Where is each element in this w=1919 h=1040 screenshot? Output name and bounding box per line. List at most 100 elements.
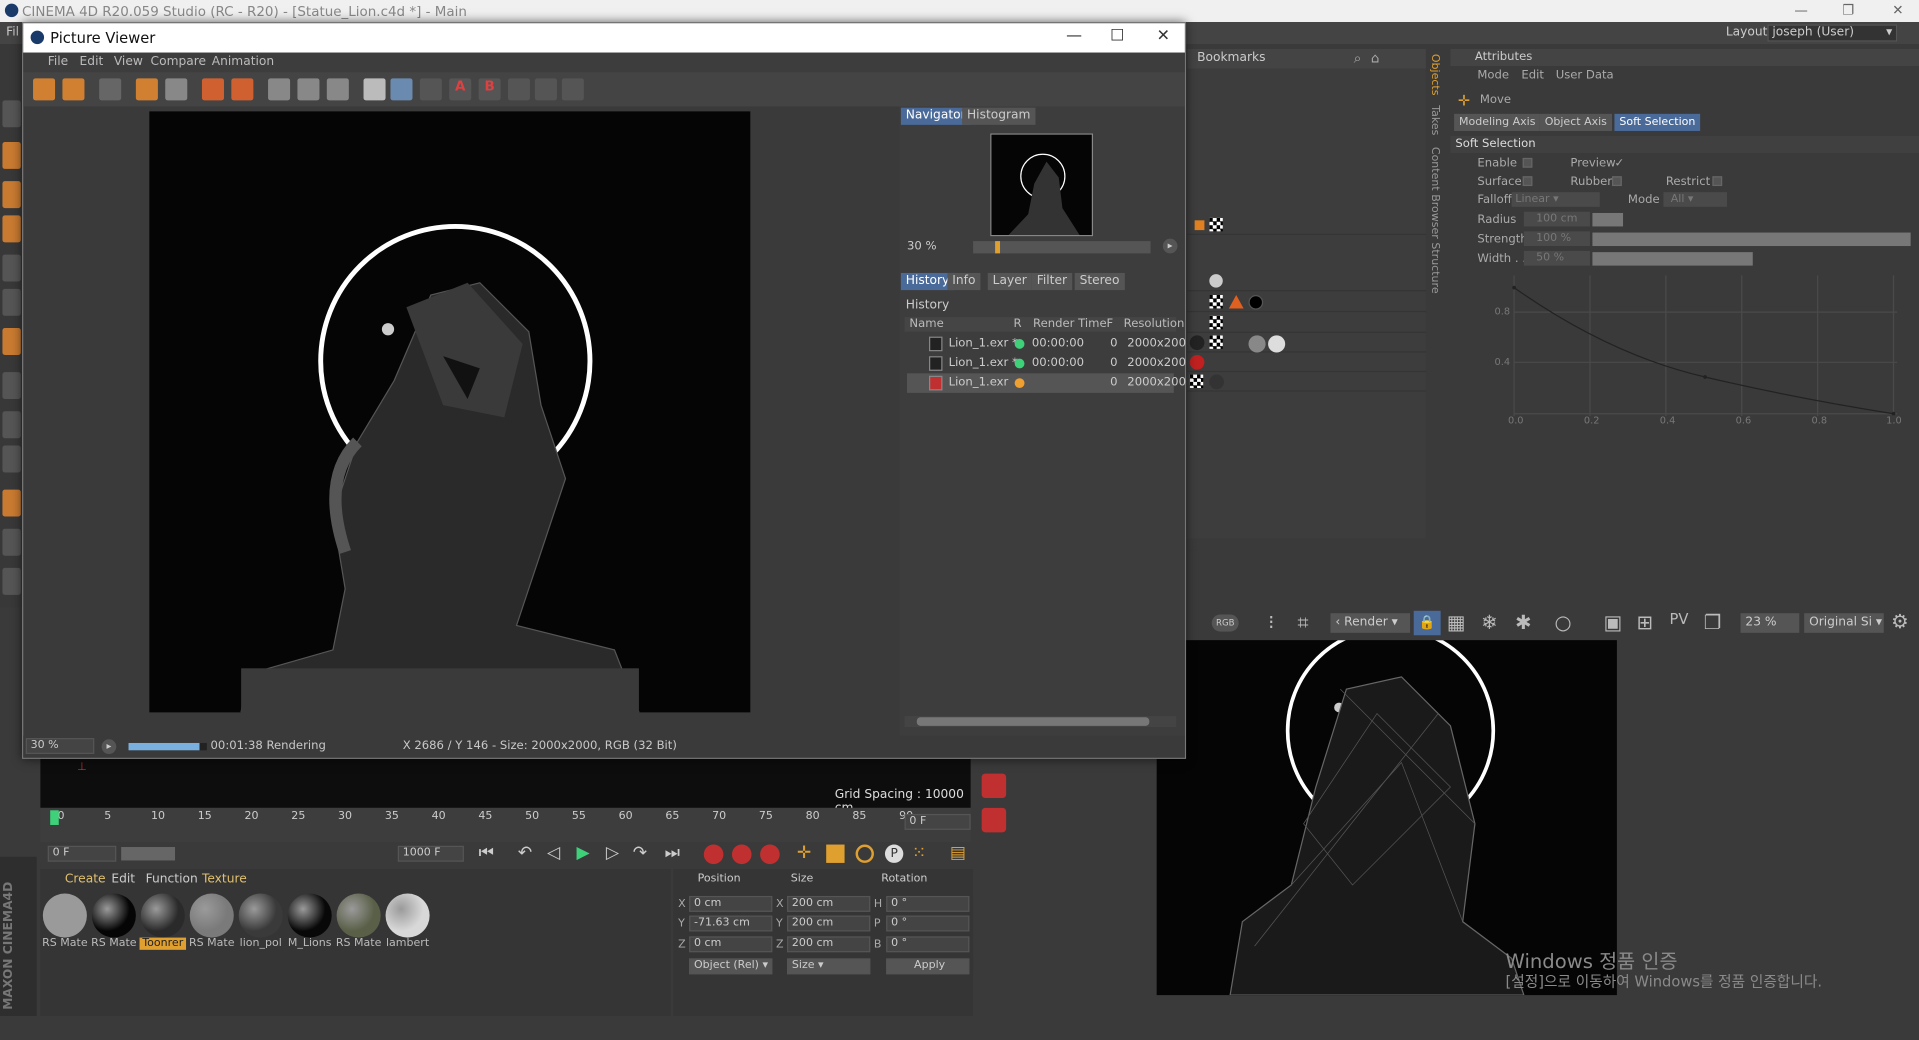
- rotation-h-field[interactable]: 0 °: [886, 895, 970, 912]
- move-key-icon[interactable]: ✛: [797, 843, 811, 863]
- mat-menu-function[interactable]: Function: [146, 873, 198, 886]
- grid-icon[interactable]: ⁝: [1268, 611, 1274, 634]
- add-icon[interactable]: ⊞: [1636, 611, 1652, 634]
- coord-mode-select[interactable]: Object (Rel) ▾: [689, 958, 773, 975]
- tab-soft-selection[interactable]: Soft Selection: [1614, 113, 1701, 131]
- menu-file[interactable]: Fil: [6, 26, 19, 39]
- radius-slider[interactable]: [1592, 212, 1624, 227]
- size-mode-select[interactable]: Size ▾: [787, 958, 871, 975]
- close-icon[interactable]: ✕: [1892, 2, 1903, 18]
- pv-menu-view[interactable]: View: [114, 55, 143, 68]
- rotation-p-field[interactable]: 0 °: [886, 915, 970, 932]
- mat-menu-edit[interactable]: Edit: [111, 873, 135, 886]
- tool-button[interactable]: [2, 254, 21, 282]
- scrollbar-thumb[interactable]: [916, 717, 1150, 726]
- strength-field[interactable]: 100 %: [1523, 231, 1590, 247]
- tool-button[interactable]: [2, 328, 21, 355]
- playhead-marker[interactable]: [50, 810, 59, 825]
- material-swatch[interactable]: [336, 893, 381, 938]
- tab-filter[interactable]: Filter: [1031, 272, 1072, 291]
- object-row[interactable]: [1187, 215, 1426, 236]
- status-arrow-icon[interactable]: ▸: [101, 739, 117, 754]
- nav-zoom-handle[interactable]: [995, 241, 1001, 254]
- history-scrollbar[interactable]: [904, 716, 1177, 728]
- scale-key-icon[interactable]: [826, 844, 845, 863]
- fit3-icon[interactable]: [561, 78, 584, 101]
- prev-key-icon[interactable]: ↶: [518, 843, 532, 863]
- side-tab-objects[interactable]: Objects: [1428, 54, 1440, 96]
- pv-render-image[interactable]: [149, 111, 751, 713]
- minimize-icon[interactable]: —: [1066, 27, 1082, 45]
- timeline-icon[interactable]: ▤: [950, 843, 966, 863]
- tool-button[interactable]: [2, 100, 21, 128]
- tab-histogram[interactable]: Histogram: [962, 107, 1036, 125]
- object-row[interactable]: [1187, 293, 1426, 313]
- pla-key-icon[interactable]: ⁙: [912, 843, 926, 863]
- gear-icon[interactable]: ⚙: [1891, 610, 1909, 633]
- frame-field[interactable]: 0 F: [904, 813, 971, 830]
- tab-info[interactable]: Info: [947, 272, 981, 291]
- material-label[interactable]: RS Mate: [91, 938, 138, 950]
- material-swatch[interactable]: [42, 893, 87, 938]
- status-zoom-field[interactable]: 30 %: [25, 738, 95, 754]
- lock-icon[interactable]: 🔒: [1413, 610, 1441, 636]
- home-icon[interactable]: ⌂: [1371, 50, 1380, 66]
- material-label[interactable]: RS Mate: [42, 938, 89, 950]
- user-icon[interactable]: [165, 78, 188, 101]
- tool-button[interactable]: [2, 288, 21, 316]
- select-icon[interactable]: [135, 78, 158, 101]
- maximize-icon[interactable]: ☐: [1110, 27, 1124, 45]
- record-key-button[interactable]: [981, 773, 1007, 799]
- paste-icon[interactable]: [231, 78, 254, 101]
- tool-button[interactable]: [2, 445, 21, 473]
- object-row[interactable]: [1187, 372, 1426, 392]
- falloff-select[interactable]: Linear ▾: [1511, 192, 1600, 207]
- next-key-icon[interactable]: ↷: [633, 843, 647, 863]
- material-label[interactable]: M_Lions: [286, 938, 333, 950]
- material-swatch[interactable]: [385, 893, 430, 938]
- pv-icon[interactable]: PV: [1670, 611, 1689, 628]
- material-swatch[interactable]: [91, 893, 136, 938]
- nav-zoom-field[interactable]: 30 %: [907, 240, 937, 253]
- material-label[interactable]: lambert: [384, 938, 431, 950]
- param-key-icon[interactable]: P: [884, 844, 904, 863]
- layout-select[interactable]: joseph (User) ▾: [1767, 24, 1898, 42]
- object-row[interactable]: [1187, 272, 1426, 292]
- falloff-graph[interactable]: [1487, 269, 1909, 428]
- material-label[interactable]: RS Mate: [188, 938, 235, 950]
- search-icon[interactable]: ⌕: [1354, 50, 1362, 67]
- material-swatch[interactable]: [140, 893, 185, 938]
- minimize-icon[interactable]: —: [1794, 2, 1807, 18]
- strength-slider[interactable]: [1592, 232, 1911, 247]
- save-icon[interactable]: [62, 78, 85, 101]
- tool-button[interactable]: [2, 141, 21, 169]
- go-start-icon[interactable]: ⏮: [479, 843, 494, 863]
- editor-viewport[interactable]: ⊥ Grid Spacing : 10000 cm: [40, 758, 971, 815]
- mat-menu-create[interactable]: Create: [65, 873, 106, 886]
- material-label[interactable]: lion_pol: [237, 938, 284, 950]
- side-tab-takes[interactable]: Takes: [1428, 105, 1440, 135]
- tool-button[interactable]: [2, 215, 21, 243]
- crop-icon[interactable]: ⌗: [1297, 611, 1308, 635]
- mat-menu-texture[interactable]: Texture: [202, 873, 247, 886]
- width-slider[interactable]: [1592, 252, 1753, 266]
- record-icon[interactable]: [703, 844, 724, 865]
- tool-button[interactable]: [2, 528, 21, 556]
- col-r[interactable]: R: [1013, 317, 1021, 330]
- restrict-checkbox[interactable]: [1712, 176, 1723, 187]
- tab-layer[interactable]: Layer: [987, 272, 1032, 291]
- tab-history[interactable]: History: [900, 272, 955, 291]
- range-slider[interactable]: [121, 847, 176, 861]
- fit2-icon[interactable]: [534, 78, 557, 101]
- restore-icon[interactable]: ❐: [1842, 2, 1854, 18]
- col-name[interactable]: Name: [909, 317, 943, 330]
- col-render-time[interactable]: Render Time: [1033, 317, 1107, 330]
- go-end-icon[interactable]: ⏭: [665, 843, 680, 863]
- tool-button[interactable]: [2, 372, 21, 400]
- pv-menu-animation[interactable]: Animation: [212, 55, 274, 68]
- tab-object-axis[interactable]: Object Axis: [1539, 113, 1612, 131]
- region3-icon[interactable]: [326, 78, 349, 101]
- ab-icon[interactable]: [363, 78, 386, 101]
- object-row[interactable]: [1187, 313, 1426, 333]
- material-swatch[interactable]: [189, 893, 234, 938]
